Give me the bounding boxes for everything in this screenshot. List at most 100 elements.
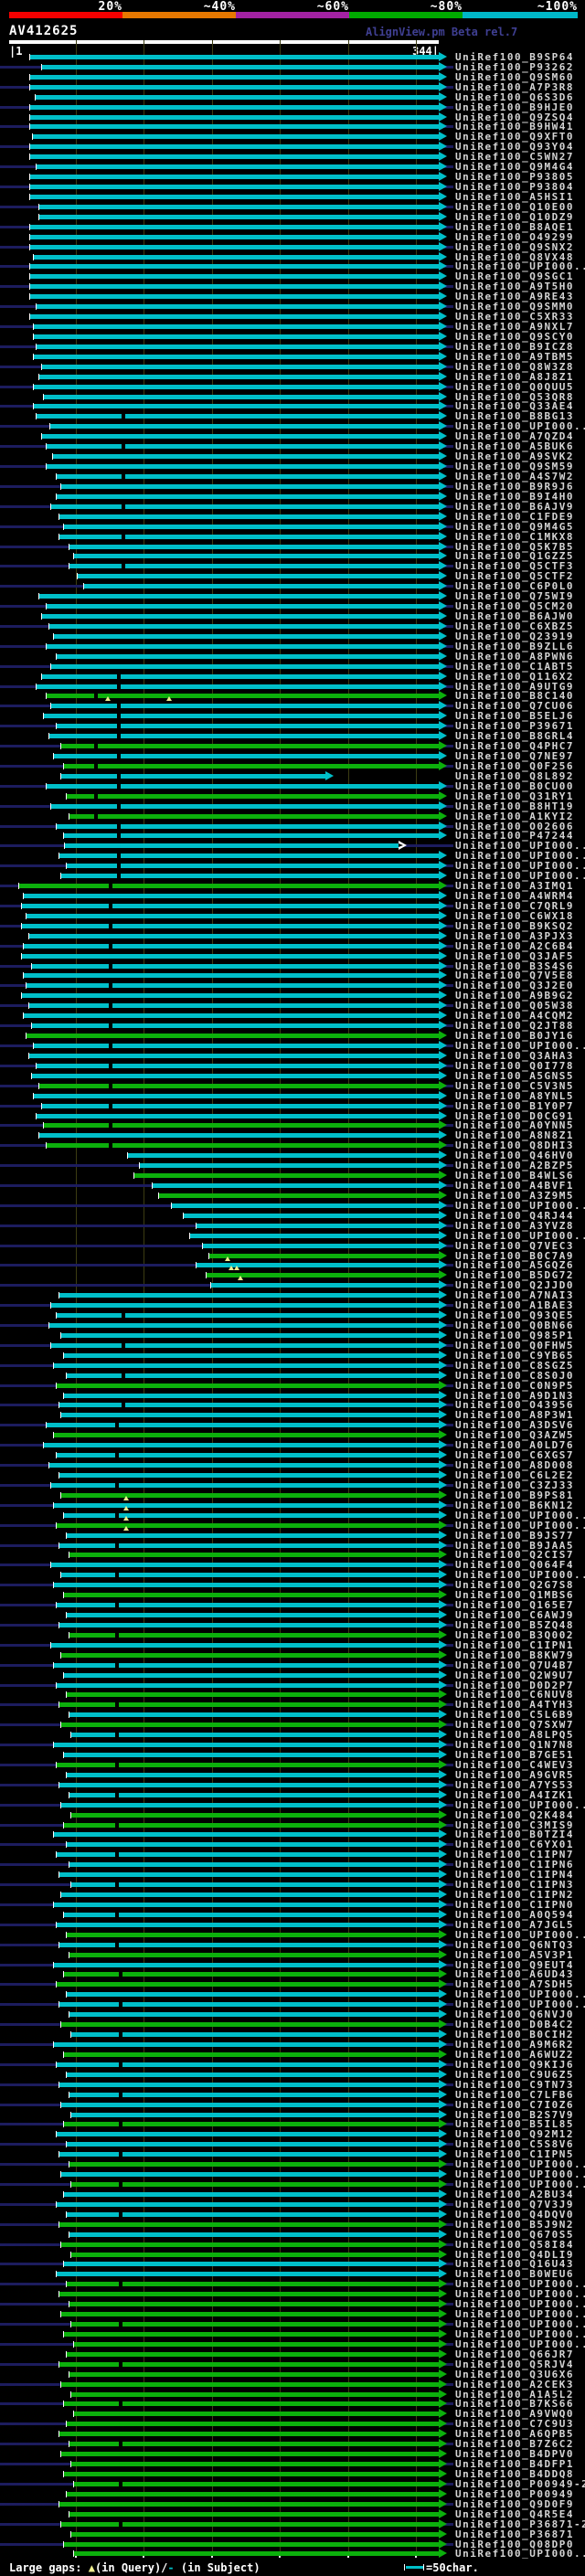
- alignment-row[interactable]: UniRef100_Q58I84: [0, 2240, 585, 2250]
- alignment-row[interactable]: UniRef100_B9JS77: [0, 1531, 585, 1541]
- bar-arrowhead-icon: [439, 1479, 447, 1489]
- alignment-row[interactable]: UniRef100_Q9M4G5: [0, 522, 585, 532]
- bar-start-tick: [53, 1362, 55, 1369]
- bar-arrowhead-icon: [439, 2019, 447, 2030]
- bar-arrowhead-icon: [439, 2338, 447, 2348]
- bar-start-tick: [63, 2540, 65, 2548]
- alignment-row[interactable]: UniRef100_B9HJE0: [0, 102, 585, 112]
- bar-start-tick: [58, 533, 59, 540]
- bar-start-tick: [63, 2190, 65, 2198]
- bar-start-tick: [65, 1991, 67, 1998]
- alignment-bar: [24, 973, 439, 979]
- alignment-row[interactable]: UniRef100_Q6S3D6: [0, 92, 585, 102]
- alignment-bar: [66, 1692, 439, 1698]
- query-ruler-bar: [9, 40, 439, 44]
- bar-arrowhead-icon: [439, 1540, 447, 1550]
- bar-start-tick: [40, 613, 42, 620]
- bar-arrowhead-icon: [439, 1230, 447, 1240]
- alignment-row[interactable]: UniRef100_C1MKX8: [0, 532, 585, 542]
- gap-dash: [115, 1942, 120, 1947]
- gap-dash: [109, 884, 113, 889]
- alignment-bar: [54, 1832, 439, 1838]
- alignment-row[interactable]: UniRef100_O49299: [0, 232, 585, 242]
- gap-dash: [119, 2481, 123, 2486]
- bar-arrowhead-icon: [439, 2389, 447, 2399]
- alignment-row[interactable]: UniRef100_Q116X2: [0, 672, 585, 682]
- alignment-bar: [24, 894, 439, 899]
- gap-dash: [116, 714, 121, 719]
- alignment-row[interactable]: UniRef100_A1KYI2: [0, 811, 585, 822]
- alignment-bar: [61, 2312, 439, 2317]
- alignment-row[interactable]: UniRef100_Q7VEC3: [0, 1241, 585, 1251]
- bar-arrowhead-icon: [439, 1730, 447, 1740]
- alignment-bar: [69, 2511, 439, 2517]
- alignment-row[interactable]: UniRef100_Q2K484: [0, 1810, 585, 1820]
- bar-start-tick: [36, 164, 37, 171]
- alignment-row[interactable]: UniRef100_P36871: [0, 2529, 585, 2539]
- bar-arrowhead-icon: [439, 2279, 447, 2289]
- alignment-row[interactable]: UniRef100_Q7U4B7: [0, 1660, 585, 1670]
- bar-start-tick: [20, 902, 22, 909]
- bar-arrowhead-icon: [439, 891, 447, 901]
- bar-start-tick: [70, 1882, 72, 1889]
- alignment-bar: [54, 1662, 439, 1668]
- alignment-row[interactable]: UniRef100_A5V3P1: [0, 1950, 585, 1960]
- alignment-row[interactable]: UniRef100_UPI000..: [0, 1521, 585, 1531]
- bar-start-tick: [60, 1572, 62, 1579]
- alignment-bar: [61, 1892, 439, 1898]
- bar-arrowhead-icon: [439, 1380, 447, 1390]
- bar-start-tick: [60, 1651, 62, 1659]
- bar-arrowhead-icon: [439, 521, 447, 531]
- bar-arrowhead-icon: [439, 1320, 447, 1330]
- alignment-bar: [71, 1882, 439, 1888]
- alignment-row[interactable]: UniRef100_Q2W9U7: [0, 1670, 585, 1680]
- bar-start-tick: [139, 1162, 141, 1170]
- bar-arrowhead-icon: [439, 940, 447, 950]
- gap-dash: [119, 2322, 123, 2327]
- alignment-row[interactable]: UniRef100_C7I0Z6: [0, 2100, 585, 2110]
- alignment-row[interactable]: UniRef100_C0N9P5: [0, 1381, 585, 1391]
- alignment-row[interactable]: UniRef100_UPI000..: [0, 1231, 585, 1241]
- alignment-row[interactable]: UniRef100_Q670S5: [0, 2230, 585, 2240]
- alignment-row[interactable]: UniRef100_Q0QUU5: [0, 382, 585, 392]
- bar-arrowhead-icon: [439, 1370, 447, 1380]
- bar-arrowhead-icon: [439, 721, 447, 731]
- bar-arrowhead-icon: [324, 770, 334, 780]
- alignment-bar: [21, 953, 439, 959]
- alignment-row[interactable]: UniRef100_A2CEK3: [0, 2380, 585, 2390]
- alignment-bar: [56, 1682, 439, 1688]
- bar-arrowhead-icon: [439, 91, 447, 101]
- alignview-page: { "header": { "key": { "segments": [ {"l…: [0, 0, 585, 2576]
- bar-arrowhead-icon: [439, 2249, 447, 2259]
- alignment-row[interactable]: UniRef100_C1ABT5: [0, 662, 585, 672]
- alignment-bar: [66, 2072, 439, 2077]
- alignment-bar: [21, 903, 439, 908]
- alignment-row[interactable]: UniRef100_A8YNL5: [0, 1091, 585, 1101]
- alignment-row[interactable]: UniRef100_Q3JAF5: [0, 951, 585, 961]
- alignment-row[interactable]: UniRef100_C7LFB6: [0, 2090, 585, 2100]
- alignment-row[interactable]: UniRef100_Q9SNX2: [0, 242, 585, 252]
- bar-arrowhead-icon: [439, 491, 447, 501]
- bar-start-tick: [65, 2141, 67, 2148]
- alignment-row[interactable]: UniRef100_B1Y0P7: [0, 1101, 585, 1111]
- gap-dash: [119, 2521, 123, 2527]
- bar-start-tick: [45, 463, 47, 471]
- bar-start-tick: [65, 1532, 67, 1539]
- bar-arrowhead-icon: [439, 2348, 447, 2359]
- bar-arrowhead-icon: [439, 790, 447, 800]
- bar-arrowhead-icon: [439, 451, 447, 461]
- alignment-bar: [171, 1203, 439, 1208]
- bar-start-tick: [65, 2071, 67, 2078]
- gap-dash: [115, 1632, 120, 1638]
- bar-arrowhead-icon: [439, 341, 447, 351]
- alignment-row[interactable]: UniRef100_P36871-2: [0, 2519, 585, 2529]
- bar-arrowhead-icon: [439, 1300, 447, 1310]
- bar-arrowhead-icon: [439, 61, 447, 71]
- bar-start-tick: [210, 1282, 212, 1289]
- gap-dash: [115, 1542, 120, 1548]
- bar-start-tick: [183, 1212, 185, 1219]
- alignment-row[interactable]: UniRef100_UPI000..: [0, 2549, 585, 2559]
- bar-arrowhead-icon: [439, 2009, 447, 2019]
- gap-dash: [119, 1972, 123, 1977]
- bar-arrowhead-icon: [439, 1161, 447, 1171]
